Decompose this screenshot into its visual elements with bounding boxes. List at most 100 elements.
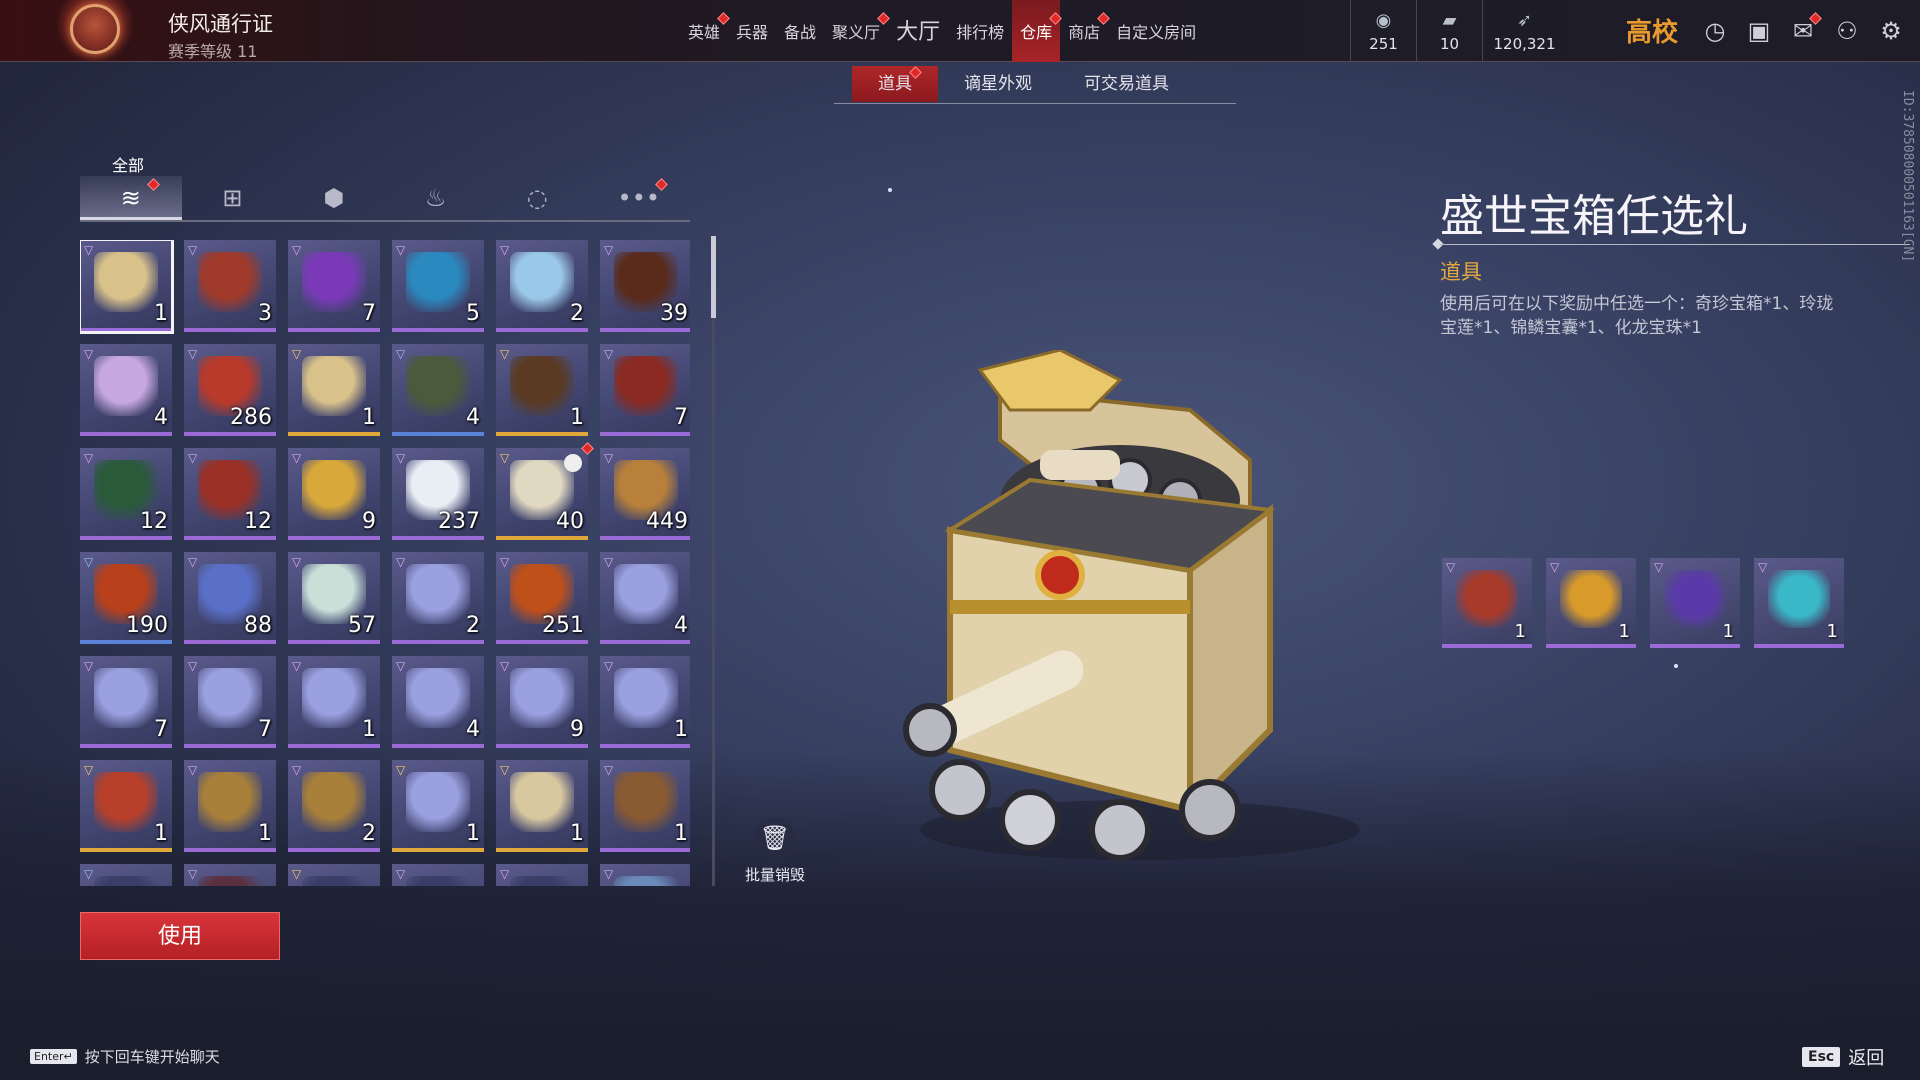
inventory-slot[interactable]: ▽ 57 <box>288 552 380 644</box>
category-tab-5[interactable]: ••• <box>588 176 690 220</box>
title-divider <box>1440 244 1910 245</box>
mail-icon[interactable]: ✉ <box>1788 12 1822 46</box>
scrollbar-thumb[interactable] <box>711 236 716 318</box>
reward-quantity: 1 <box>1826 621 1838 642</box>
category-tab-4[interactable]: ◌ <box>486 176 588 220</box>
inventory-slot[interactable]: ▽ <box>600 864 690 886</box>
friends-icon[interactable]: ⚇ <box>1832 16 1862 46</box>
inventory-slot[interactable]: ▽ 1 <box>184 760 276 852</box>
reward-slot[interactable]: ▽ 1 <box>1442 558 1532 648</box>
nav-item-8[interactable]: 自定义房间 <box>1108 0 1204 62</box>
item-quantity: 1 <box>466 821 480 846</box>
nav-item-3[interactable]: 聚义厅 <box>824 0 890 62</box>
inventory-slot[interactable]: ▽ 12 <box>184 448 276 540</box>
inventory-slot[interactable]: ▽ 5 <box>392 240 484 332</box>
inventory-slot[interactable]: ▽ 9 <box>496 656 588 748</box>
inventory-slot[interactable]: ▽ 12 <box>80 448 172 540</box>
inventory-slot[interactable]: ▽ 190 <box>80 552 172 644</box>
back-button[interactable]: Esc 返回 <box>1802 1044 1884 1070</box>
pass-emblem-icon[interactable] <box>58 0 132 62</box>
category-tab-1[interactable]: ⊞ <box>182 176 284 220</box>
inventory-slot[interactable]: ▽ 40 <box>496 442 594 540</box>
category-tab-0[interactable]: ≋ <box>80 176 182 220</box>
coin-icon: ◉ <box>1375 10 1392 31</box>
subtab-1[interactable]: 谪星外观 <box>938 66 1058 102</box>
inventory-slot[interactable]: ▽ 1 <box>288 656 380 748</box>
inventory-slot[interactable]: ▽ 4 <box>600 552 690 644</box>
inventory-scrollbar[interactable] <box>711 236 716 886</box>
inventory-slot[interactable]: ▽ 7 <box>80 656 172 748</box>
inventory-slot[interactable]: ▽ <box>80 864 172 886</box>
rarity-mark-icon: ▽ <box>604 347 614 361</box>
inventory-slot[interactable]: ▽ 1 <box>600 656 690 748</box>
inventory-slot[interactable]: ▽ 4 <box>80 344 172 436</box>
rarity-mark-icon: ▽ <box>292 243 302 257</box>
item-description: 使用后可在以下奖励中任选一个：奇珍宝箱*1、玲珑宝莲*1、锦鳞宝囊*1、化龙宝珠… <box>1440 294 1834 338</box>
nav-item-4[interactable]: 大厅 <box>888 0 948 62</box>
use-button[interactable]: 使用 <box>80 912 280 960</box>
inventory-slot[interactable]: ▽ 1 <box>288 344 380 436</box>
inventory-slot[interactable]: ▽ 237 <box>392 448 484 540</box>
help-icon[interactable]: ▣ <box>1744 16 1774 46</box>
inventory-slot[interactable]: ▽ 1 <box>496 344 588 436</box>
nav-item-5[interactable]: 排行榜 <box>948 0 1012 62</box>
subtab-2[interactable]: 可交易道具 <box>1058 66 1195 102</box>
category-tab-2[interactable]: ⬢ <box>283 176 385 220</box>
inventory-slot[interactable]: ▽ 2 <box>392 552 484 644</box>
inventory-slot[interactable]: ▽ <box>184 864 276 886</box>
inventory-slot[interactable]: ▽ 2 <box>496 240 588 332</box>
reward-slot[interactable]: ▽ 1 <box>1650 558 1740 648</box>
inventory-slot[interactable]: ▽ 4 <box>392 344 484 436</box>
reward-slot[interactable]: ▽ 1 <box>1754 558 1844 648</box>
nav-item-2[interactable]: 备战 <box>776 0 824 62</box>
inventory-slot[interactable]: ▽ 449 <box>600 448 690 540</box>
rarity-mark-icon: ▽ <box>188 763 198 777</box>
inventory-slot[interactable]: ▽ 1 <box>600 760 690 852</box>
currency-0[interactable]: ◉ 251 <box>1350 0 1416 62</box>
inventory-slot[interactable]: ▽ 2 <box>288 760 380 852</box>
inventory-slot[interactable]: ▽ <box>496 864 588 886</box>
rarity-mark-icon: ▽ <box>396 243 406 257</box>
inventory-slot[interactable]: ▽ 286 <box>184 344 276 436</box>
item-grid: ▽ 1 ▽ 3 ▽ 7 ▽ 5 ▽ 2 ▽ 39 ▽ 4 ▽ 286 ▽ 1 ▽ 4 ▽ 1 ▽ 7 ▽ 12 ▽ 12 ▽ 9 ▽ 237 ▽… <box>80 240 690 886</box>
inventory-slot[interactable]: ▽ 3 <box>184 240 276 332</box>
currency-value: 251 <box>1369 35 1398 53</box>
school-label[interactable]: 高校 <box>1626 12 1678 49</box>
inventory-slot[interactable]: ▽ 9 <box>288 448 380 540</box>
inventory-slot[interactable]: ▽ 1 <box>496 760 588 852</box>
settings-icon[interactable]: ⚙ <box>1876 16 1906 46</box>
currency-2[interactable]: ➶ 120,321 <box>1482 0 1566 62</box>
inventory-slot[interactable]: ▽ 39 <box>600 240 690 332</box>
inventory-slot[interactable]: ▽ 7 <box>288 240 380 332</box>
bulk-destroy-button[interactable]: 🗑 批量销毁 <box>740 818 810 885</box>
item-quantity: 1 <box>154 821 168 846</box>
rarity-mark-icon: ▽ <box>500 763 510 777</box>
currency-1[interactable]: ▰ 10 <box>1416 0 1482 62</box>
sub-tabs: 道具 谪星外观 可交易道具 <box>852 66 1195 102</box>
item-quantity: 1 <box>362 717 376 742</box>
nav-item-0[interactable]: 英雄 <box>680 0 730 62</box>
inventory-slot[interactable]: ▽ 4 <box>392 656 484 748</box>
pass-title[interactable]: 侠风通行证 <box>168 8 273 38</box>
nav-item-7[interactable]: 商店 <box>1060 0 1110 62</box>
item-quantity: 4 <box>466 405 480 430</box>
category-tab-3[interactable]: ♨ <box>385 176 487 220</box>
partial-item-icon <box>510 876 574 886</box>
nav-item-6[interactable]: 仓库 <box>1012 0 1062 62</box>
feather-icon: ➶ <box>1516 10 1533 31</box>
subtab-0[interactable]: 道具 <box>852 66 938 102</box>
rarity-mark-icon: ▽ <box>1550 560 1560 574</box>
inventory-slot[interactable]: ▽ 1 <box>80 240 174 334</box>
inventory-slot[interactable]: ▽ 251 <box>496 552 588 644</box>
inventory-slot[interactable]: ▽ 7 <box>600 344 690 436</box>
nav-item-1[interactable]: 兵器 <box>728 0 776 62</box>
inventory-slot[interactable]: ▽ <box>288 864 380 886</box>
inventory-slot[interactable]: ▽ 88 <box>184 552 276 644</box>
inventory-slot[interactable]: ▽ <box>392 864 484 886</box>
clock-icon[interactable]: ◷ <box>1700 16 1730 46</box>
inventory-slot[interactable]: ▽ 1 <box>80 760 172 852</box>
inventory-slot[interactable]: ▽ 1 <box>392 760 484 852</box>
chat-hint[interactable]: Enter↵ 按下回车键开始聊天 <box>30 1046 220 1067</box>
reward-slot[interactable]: ▽ 1 <box>1546 558 1636 648</box>
inventory-slot[interactable]: ▽ 7 <box>184 656 276 748</box>
